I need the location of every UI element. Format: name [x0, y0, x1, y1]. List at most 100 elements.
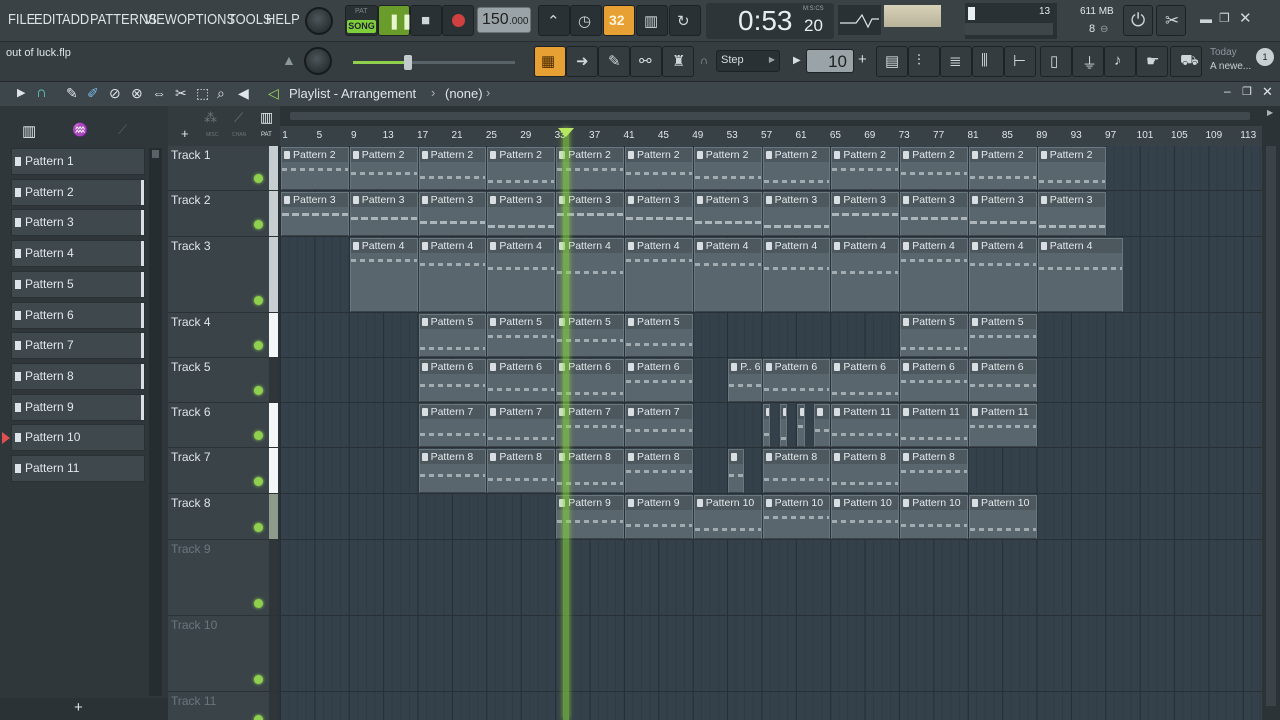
pattern-item[interactable]: Pattern 3	[11, 209, 145, 237]
play-arrow-icon[interactable]: ▶	[17, 86, 25, 99]
pat-song-toggle[interactable]: PAT SONG	[345, 5, 378, 36]
track-color-strip[interactable]	[269, 237, 278, 312]
track-mute-led[interactable]	[254, 675, 263, 684]
playlist-clip[interactable]: Pattern 2	[762, 147, 831, 190]
track-mute-led[interactable]	[254, 715, 263, 720]
playlist-clip[interactable]: Pattern 9	[625, 495, 693, 539]
playlist-clip[interactable]: Pattern 2	[900, 147, 968, 190]
playhead-marker-icon[interactable]	[558, 128, 574, 137]
playlist-window-button[interactable]: ▦	[534, 46, 566, 77]
arrangement-grid[interactable]: Pattern 2 Pattern 2 Pattern 2 Pattern 2 Patt…	[280, 146, 1262, 720]
playlist-clip[interactable]: Pattern 4	[1037, 238, 1123, 312]
menu-edit[interactable]: EDIT	[34, 11, 63, 28]
track-label[interactable]: Track 3	[171, 239, 211, 253]
snap-dropdown[interactable]: Step ▶	[716, 50, 780, 72]
playlist-clip[interactable]: Pattern 5	[487, 314, 556, 357]
menu-options[interactable]: OPTIONS	[177, 11, 235, 28]
menu-tools[interactable]: TOOLS	[228, 11, 271, 28]
track-label[interactable]: Track 5	[171, 360, 211, 374]
pattern-item[interactable]: Pattern 4	[11, 240, 145, 268]
add-pattern-plus[interactable]: +	[74, 699, 83, 716]
browser-tree-button[interactable]: ⊢	[1004, 46, 1036, 77]
playlist-clip[interactable]: Pattern 6	[969, 359, 1037, 402]
record-button[interactable]	[442, 5, 474, 36]
playlist-clip[interactable]: Pattern 6	[831, 359, 900, 402]
playlist-clip[interactable]: Pattern 11	[831, 404, 900, 447]
menu-view[interactable]: VIEW	[144, 11, 177, 28]
playlist-clip[interactable]: Pattern 4	[418, 238, 487, 312]
playlist-clip[interactable]: Pattern 4	[349, 238, 418, 312]
magnet-snap-icon[interactable]: ∩	[36, 84, 47, 101]
pattern-item[interactable]: Pattern 2	[11, 178, 145, 206]
add-track-icon[interactable]: +	[181, 126, 189, 141]
panic-button[interactable]: ⏻	[1123, 5, 1153, 36]
playlist-clip[interactable]: Pattern 6	[762, 359, 831, 402]
track-label[interactable]: Track 4	[171, 315, 211, 329]
playlist-clip[interactable]: Pattern 8	[625, 449, 693, 493]
master-volume-slider[interactable]	[353, 55, 515, 70]
playlist-clip[interactable]: P.. 6	[728, 359, 762, 402]
track-color-strip[interactable]	[269, 692, 278, 720]
track-label[interactable]: Track 10	[171, 618, 217, 632]
audio-icon[interactable]: ♒	[72, 122, 88, 138]
track-color-strip[interactable]	[269, 313, 278, 357]
track-color-strip[interactable]	[269, 540, 278, 615]
track-color-strip[interactable]	[269, 448, 278, 493]
info-button[interactable]: ☛	[1136, 46, 1168, 77]
notification-badge[interactable]: 1	[1256, 48, 1274, 66]
restore-icon[interactable]: ❐	[1219, 11, 1230, 25]
piano-roll-button[interactable]: ⫶	[908, 46, 940, 77]
track-color-strip[interactable]	[269, 403, 278, 447]
playlist-clip[interactable]: Pattern 2	[487, 147, 556, 190]
metronome-button[interactable]: ⌃	[538, 5, 570, 36]
playlist-clip[interactable]: Pattern 10	[969, 495, 1037, 539]
track-mute-led[interactable]	[254, 477, 263, 486]
mic-button[interactable]: ♪	[1104, 46, 1136, 77]
playlist-clip[interactable]: Pattern 8	[900, 449, 968, 493]
misc-icon[interactable]: ⁂	[204, 110, 217, 126]
playlist-clip[interactable]: Pattern 3	[625, 192, 693, 236]
stamp-button[interactable]: ♜	[662, 46, 694, 77]
scroll-right-icon[interactable]: ▶	[1267, 108, 1273, 117]
playlist-clip[interactable]: Pattern 2	[1037, 147, 1106, 190]
wait-input-button[interactable]: ◷	[570, 5, 602, 36]
playlist-clip[interactable]: Pattern 4	[625, 238, 693, 312]
time-display[interactable]: 0:53 20 M:S:CS	[706, 3, 834, 39]
track-label[interactable]: Track 1	[171, 148, 211, 162]
playlist-clip[interactable]: Pattern 2	[693, 147, 762, 190]
playlist-clip[interactable]: Pattern 5	[625, 314, 693, 357]
tempo-display[interactable]: 150 .000	[477, 7, 531, 33]
playlist-clip[interactable]: Pattern 7	[418, 404, 487, 447]
playlist-clip[interactable]: Pattern 6	[418, 359, 487, 402]
playlist-clip[interactable]: Pattern 3	[900, 192, 968, 236]
playlist-clip[interactable]: Pattern 2	[418, 147, 487, 190]
h-scroll-thumb[interactable]	[290, 112, 1250, 120]
add-pattern-button[interactable]: +	[858, 51, 867, 68]
news-text[interactable]: A newe...	[1210, 61, 1251, 72]
track-label[interactable]: Track 9	[171, 542, 211, 556]
track-color-strip[interactable]	[269, 146, 278, 190]
playlist-clip[interactable]: Pattern 3	[969, 192, 1037, 236]
master-pitch-knob[interactable]	[304, 47, 332, 75]
track-color-strip[interactable]	[269, 191, 278, 236]
playlist-clip[interactable]: Pattern 8	[487, 449, 556, 493]
playlist-clip[interactable]: Pattern 11	[900, 404, 968, 447]
piano-roll-arrow-button[interactable]: ➜	[566, 46, 598, 77]
playlist-clip[interactable]: Pattern 4	[969, 238, 1037, 312]
prev-arrow-icon[interactable]: ▶	[793, 55, 801, 66]
pattern-item[interactable]: Pattern 1	[11, 148, 145, 175]
track-label[interactable]: Track 11	[171, 694, 216, 708]
playlist-clip[interactable]: Pattern 5	[969, 314, 1037, 357]
playlist-clip[interactable]	[797, 404, 805, 447]
pattern-item[interactable]: Pattern 8	[11, 362, 145, 390]
playlist-clip[interactable]: Pattern 2	[831, 147, 900, 190]
mixer-button[interactable]: ⫼	[972, 46, 1004, 77]
playlist-clip[interactable]: Pattern 3	[1037, 192, 1106, 236]
track-color-strip[interactable]	[269, 494, 278, 539]
mute-tool-icon[interactable]: ⊘	[109, 85, 121, 102]
playlist-clip[interactable]	[728, 449, 745, 493]
playlist-clip[interactable]: Pattern 10	[762, 495, 831, 539]
playlist-clip[interactable]: Pattern 3	[693, 192, 762, 236]
playlist-clip[interactable]: Pattern 6	[625, 359, 693, 402]
channel-rack-button[interactable]: ≣	[940, 46, 972, 77]
